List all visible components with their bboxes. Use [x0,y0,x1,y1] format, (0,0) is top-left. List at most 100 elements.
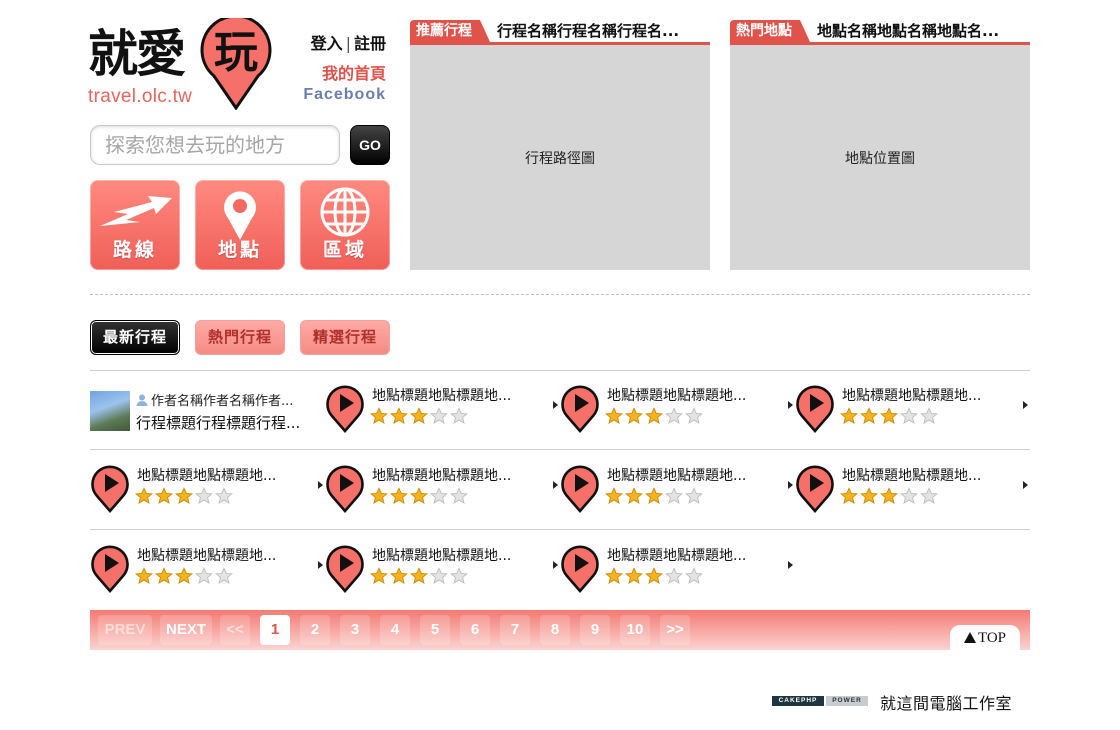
next-page-button[interactable]: NEXT [160,615,212,645]
tab-selected-trips[interactable]: 精選行程 [300,320,390,355]
facebook-link[interactable]: Facebook [290,86,386,104]
my-home-link[interactable]: 我的首頁 [290,60,386,83]
place-list-item[interactable]: 地點標題地點標題地... [90,463,325,523]
arrow-right-icon[interactable] [318,561,323,569]
star-filled-icon [369,567,389,585]
logo-url: travel.olc.tw [88,86,193,107]
register-link[interactable]: 註冊 [354,34,386,53]
place-location-map[interactable]: 地點位置圖 [730,45,1030,270]
star-rating [604,487,705,505]
arrow-right-icon[interactable] [788,481,793,489]
page-number-button[interactable]: 5 [420,615,450,645]
play-pin-icon[interactable] [795,383,835,433]
arrow-right-icon[interactable] [553,481,558,489]
logo-pin-icon: 玩 [200,14,272,111]
arrow-right-icon[interactable] [1023,401,1028,409]
first-page-button[interactable]: << [220,615,250,645]
page-number-button[interactable]: 4 [380,615,410,645]
page-number-button[interactable]: 1 [260,615,290,645]
prev-page-button[interactable]: PREV [98,615,152,645]
place-title[interactable]: 地點標題地點標題地... [607,465,787,485]
arrow-right-icon[interactable] [553,561,558,569]
tab-popular-trips[interactable]: 熱門行程 [195,320,285,355]
place-list-item[interactable]: 地點標題地點標題地... [560,463,795,523]
last-page-button[interactable]: >> [660,615,690,645]
trip-title[interactable]: 行程標題行程標題行程... [136,412,321,433]
featured-trip-tag: 推薦行程 [410,20,490,42]
nav-region-button[interactable]: 區域 [300,180,390,270]
star-filled-icon [859,407,879,425]
play-pin-icon[interactable] [560,383,600,433]
search-go-button[interactable]: GO [350,125,390,165]
cakephp-power-badge[interactable]: CAKEPHP POWER [772,696,868,706]
star-filled-icon [839,407,859,425]
star-empty-icon [194,487,214,505]
trip-author-item[interactable]: 作者名稱作者名稱作者... 行程標題行程標題行程... [90,388,325,448]
place-title[interactable]: 地點標題地點標題地... [842,385,1022,405]
play-pin-icon[interactable] [325,383,365,433]
place-list-item[interactable]: 地點標題地點標題地... [325,543,560,603]
place-list-item[interactable]: 地點標題地點標題地... [560,543,795,603]
place-title[interactable]: 地點標題地點標題地... [372,385,552,405]
nav-place-label: 地點 [217,239,262,261]
play-pin-icon[interactable] [560,463,600,513]
featured-place-title[interactable]: 地點名稱地點名稱地點名... [817,20,1029,42]
place-list-item[interactable]: 地點標題地點標題地... [325,383,560,443]
page-number-button[interactable]: 9 [580,615,610,645]
page-number-button[interactable]: 10 [620,615,650,645]
arrow-right-icon[interactable] [788,561,793,569]
place-title[interactable]: 地點標題地點標題地... [372,465,552,485]
nav-place-button[interactable]: 地點 [195,180,285,270]
star-empty-icon [194,567,214,585]
star-filled-icon [154,567,174,585]
site-logo[interactable]: 就愛 玩 travel.olc.tw [88,14,278,111]
place-list-item[interactable]: 地點標題地點標題地... [325,463,560,523]
nav-route-button[interactable]: 路線 [90,180,180,270]
nav-route-label: 路線 [112,239,157,261]
place-title[interactable]: 地點標題地點標題地... [842,465,1022,485]
featured-trip-panel: 推薦行程 行程名稱行程名稱行程名... 行程路徑圖 [410,20,710,270]
star-filled-icon [644,487,664,505]
place-list-item[interactable]: 地點標題地點標題地... [795,463,1030,523]
search-input[interactable] [91,126,339,164]
page-number-button[interactable]: 3 [340,615,370,645]
place-list-item[interactable]: 地點標題地點標題地... [560,383,795,443]
star-empty-icon [899,487,919,505]
place-title[interactable]: 地點標題地點標題地... [372,545,552,565]
featured-trip-title[interactable]: 行程名稱行程名稱行程名... [497,20,709,42]
play-pin-icon[interactable] [90,463,130,513]
star-filled-icon [174,487,194,505]
place-list-item[interactable]: 地點標題地點標題地... [90,543,325,603]
trip-thumbnail[interactable] [90,391,130,431]
login-link[interactable]: 登入 [311,34,343,53]
arrow-right-icon[interactable] [318,481,323,489]
trip-route-map-label: 行程路徑圖 [525,150,595,167]
page-number-button[interactable]: 8 [540,615,570,645]
back-to-top-button[interactable]: TOP [950,625,1020,650]
trip-route-map[interactable]: 行程路徑圖 [410,45,710,270]
star-rating [369,407,470,425]
page-number-button[interactable]: 7 [500,615,530,645]
arrow-right-icon[interactable] [1023,481,1028,489]
place-list-item[interactable]: 地點標題地點標題地... [795,383,1030,443]
tab-latest-trips[interactable]: 最新行程 [90,320,180,355]
place-title[interactable]: 地點標題地點標題地... [137,545,317,565]
play-pin-icon[interactable] [795,463,835,513]
play-pin-icon[interactable] [560,543,600,593]
star-filled-icon [389,567,409,585]
play-pin-icon[interactable] [325,543,365,593]
place-title[interactable]: 地點標題地點標題地... [607,545,787,565]
row-divider-2 [90,529,1030,530]
back-to-top-label: TOP [977,630,1007,646]
play-pin-icon[interactable] [90,543,130,593]
place-title[interactable]: 地點標題地點標題地... [137,465,317,485]
arrow-right-icon[interactable] [553,401,558,409]
place-title[interactable]: 地點標題地點標題地... [607,385,787,405]
arrow-right-icon[interactable] [788,401,793,409]
page-number-button[interactable]: 6 [460,615,490,645]
page-number-button[interactable]: 2 [300,615,330,645]
user-links: 登入 | 註冊 我的首頁 Facebook [290,30,386,104]
pagination-bar: PREV NEXT << 1 2 3 4 5 6 7 8 9 10 >> TOP [90,610,1030,650]
author-name[interactable]: 作者名稱作者名稱作者... [136,390,316,409]
play-pin-icon[interactable] [325,463,365,513]
